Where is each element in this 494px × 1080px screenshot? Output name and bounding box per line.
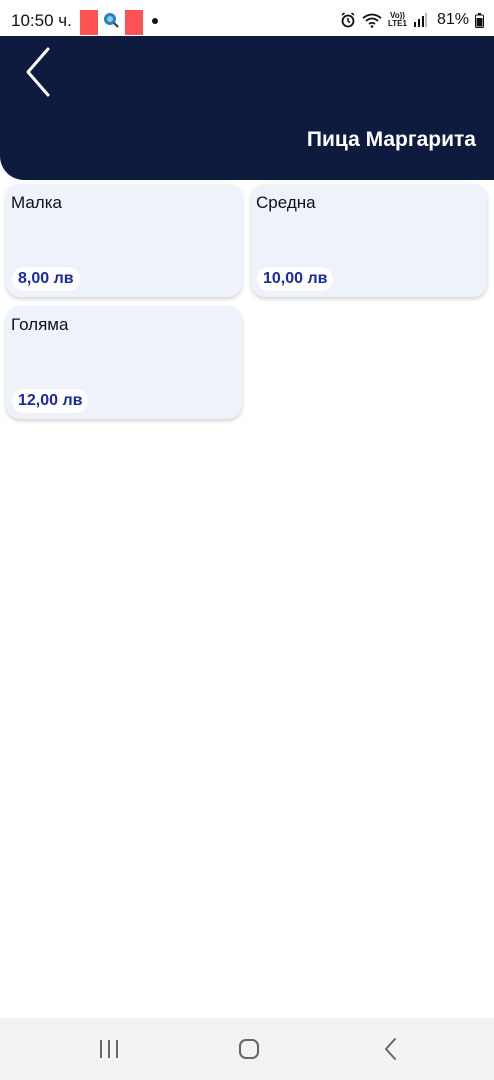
signal-icon	[413, 13, 427, 27]
back-button[interactable]	[20, 44, 64, 100]
size-card-medium[interactable]: Средна 10,00 лв	[251, 184, 487, 297]
battery-level: 81%	[436, 11, 469, 28]
app-notification-icon	[104, 13, 119, 28]
back-arrow-icon	[26, 47, 50, 97]
wifi-icon	[362, 13, 382, 28]
price-badge: 12,00 лв	[12, 389, 89, 413]
home-button[interactable]	[229, 1032, 269, 1066]
system-nav-bar	[0, 1018, 494, 1080]
status-icons: Vo)) LTE1 81%	[340, 9, 484, 31]
status-time: 10:50 ч.	[11, 11, 72, 30]
lte-label: LTE1	[388, 19, 407, 28]
alarm-icon	[341, 12, 355, 28]
price-badge: 8,00 лв	[12, 267, 80, 291]
recents-button[interactable]	[89, 1032, 129, 1066]
battery-icon	[475, 12, 484, 28]
recents-icon	[100, 1040, 118, 1058]
nav-back-button[interactable]	[371, 1032, 411, 1066]
more-notifications-icon	[152, 18, 158, 24]
size-card-small[interactable]: Малка 8,00 лв	[6, 184, 242, 297]
notification-icon	[80, 10, 98, 35]
home-icon	[239, 1039, 259, 1059]
size-name: Средна	[256, 193, 316, 212]
page-title: Пица Маргарита	[306, 128, 476, 151]
app-header: Пица Маргарита	[0, 36, 494, 180]
size-card-large[interactable]: Голяма 12,00 лв	[6, 306, 242, 419]
size-name: Малка	[11, 193, 62, 212]
price-badge: 10,00 лв	[257, 267, 334, 291]
notification-icon	[125, 10, 143, 35]
size-name: Голяма	[11, 315, 69, 334]
nav-back-icon	[385, 1038, 396, 1060]
lte-indicator: Vo)) LTE1	[388, 12, 407, 28]
status-bar: 10:50 ч. Vo)) LTE1 81%	[0, 0, 494, 36]
